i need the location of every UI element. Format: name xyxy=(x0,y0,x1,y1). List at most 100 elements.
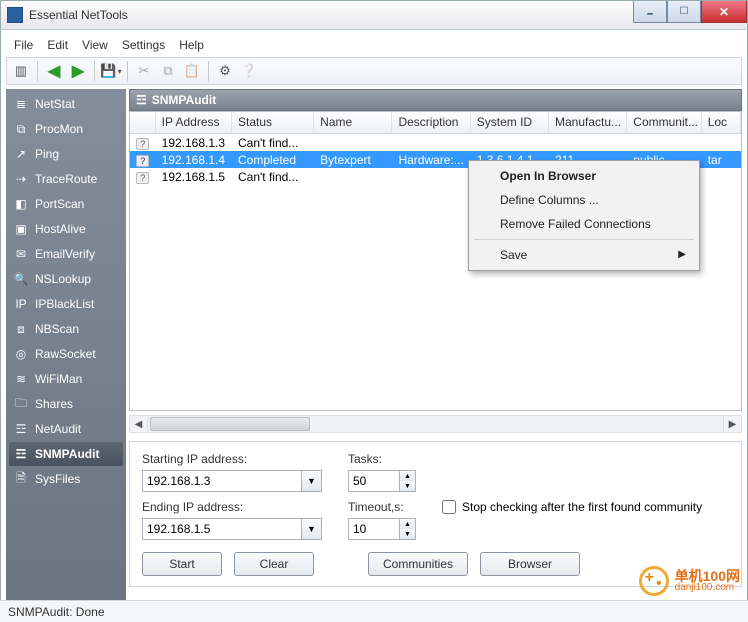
menu-file[interactable]: File xyxy=(8,36,39,54)
shares-icon: 🗀 xyxy=(13,396,29,412)
column-header[interactable]: Status xyxy=(232,112,314,133)
sidebar-item-label: Shares xyxy=(35,397,73,411)
end-ip-input[interactable] xyxy=(142,518,302,540)
column-header[interactable]: Loc xyxy=(702,112,741,133)
column-header[interactable]: System ID xyxy=(471,112,549,133)
paste-button[interactable]: 📋 xyxy=(182,61,202,81)
sidebar-item-emailverify[interactable]: ✉EmailVerify xyxy=(9,242,123,266)
forward-button[interactable]: ▶ xyxy=(68,61,88,81)
sidebar-item-rawsocket[interactable]: ◎RawSocket xyxy=(9,342,123,366)
nslookup-icon: 🔍 xyxy=(13,271,29,287)
sidebar-item-netstat[interactable]: ≣NetStat xyxy=(9,92,123,116)
communities-button[interactable]: Communities xyxy=(368,552,468,576)
sidebar-item-wifiman[interactable]: ≋WiFiMan xyxy=(9,367,123,391)
column-header[interactable]: Manufactu... xyxy=(549,112,627,133)
menu-separator xyxy=(474,239,694,240)
menu-edit[interactable]: Edit xyxy=(41,36,74,54)
column-header[interactable]: IP Address xyxy=(156,112,232,133)
table-cell: 192.168.1.4 xyxy=(156,152,232,168)
column-header[interactable] xyxy=(130,112,156,133)
menu-view[interactable]: View xyxy=(76,36,114,54)
timeout-up[interactable]: ▲ xyxy=(400,519,415,529)
context-menu-item[interactable]: Save▶ xyxy=(472,243,696,267)
column-header[interactable]: Communit... xyxy=(627,112,701,133)
start-button[interactable]: Start xyxy=(142,552,222,576)
cut-button[interactable]: ✂ xyxy=(134,61,154,81)
help-button[interactable]: ❔ xyxy=(239,61,259,81)
scroll-thumb[interactable] xyxy=(150,417,310,431)
table-cell xyxy=(549,142,627,144)
context-menu-item[interactable]: Open In Browser xyxy=(472,164,696,188)
column-header[interactable]: Name xyxy=(314,112,392,133)
back-button[interactable]: ◀ xyxy=(44,61,64,81)
traceroute-icon: ⇢ xyxy=(13,171,29,187)
sidebar-item-nbscan[interactable]: ⧈NBScan xyxy=(9,317,123,341)
start-ip-dropdown[interactable]: ▼ xyxy=(302,470,322,492)
sidebar-item-nslookup[interactable]: 🔍 NSLookup xyxy=(9,267,123,291)
sidebar-item-shares[interactable]: 🗀 Shares xyxy=(9,392,123,416)
table-cell: Bytexpert xyxy=(314,152,392,168)
sidebar-item-ipblacklist[interactable]: IPIPBlackList xyxy=(9,292,123,316)
maximize-button[interactable] xyxy=(667,1,701,23)
window-title: Essential NetTools xyxy=(29,8,128,22)
table-cell: Completed xyxy=(232,152,314,168)
sidebar-item-sysfiles[interactable]: 🗎SysFiles xyxy=(9,467,123,491)
sidebar-item-hostalive[interactable]: ▣HostAlive xyxy=(9,217,123,241)
settings-button[interactable]: ⚙ xyxy=(215,61,235,81)
sidebar-item-ping[interactable]: ↗Ping xyxy=(9,142,123,166)
table-cell xyxy=(702,142,741,144)
sidebar-item-label: NSLookup xyxy=(35,272,91,286)
sidebar-item-portscan[interactable]: ◧PortScan xyxy=(9,192,123,216)
minimize-button[interactable] xyxy=(633,1,667,23)
table-cell: ? xyxy=(130,169,156,185)
panel-header: ☲ SNMPAudit xyxy=(129,89,742,111)
netstat-icon: ≣ xyxy=(13,96,29,112)
sidebar: ≣NetStat⧉ProcMon↗Ping⇢TraceRoute◧PortSca… xyxy=(6,89,126,600)
portscan-icon: ◧ xyxy=(13,196,29,212)
table-cell xyxy=(471,142,549,144)
sidebar-item-label: IPBlackList xyxy=(35,297,94,311)
copy-button[interactable]: ⧉ xyxy=(158,61,178,81)
sidebar-item-label: NetAudit xyxy=(35,422,81,436)
browser-button[interactable]: Browser xyxy=(480,552,580,576)
timeout-down[interactable]: ▼ xyxy=(400,529,415,539)
context-menu-item[interactable]: Define Columns ... xyxy=(472,188,696,212)
timeout-label: Timeout,s: xyxy=(348,500,416,514)
save-button[interactable]: 💾 xyxy=(101,61,121,81)
clear-button[interactable]: Clear xyxy=(234,552,314,576)
netaudit-icon: ☲ xyxy=(13,421,29,437)
scroll-left-button[interactable]: ◀ xyxy=(130,416,148,432)
status-text: SNMPAudit: Done xyxy=(8,605,105,619)
sidebar-item-snmpaudit[interactable]: ☲SNMPAudit xyxy=(9,442,123,466)
panel-icon: ☲ xyxy=(136,93,147,107)
tasks-up[interactable]: ▲ xyxy=(400,471,415,481)
horizontal-scrollbar[interactable]: ◀ ▶ xyxy=(129,415,742,433)
table-cell: tar xyxy=(702,152,741,168)
stop-checking-checkbox[interactable] xyxy=(442,500,456,514)
end-ip-dropdown[interactable]: ▼ xyxy=(302,518,322,540)
toolbar-panel-icon[interactable]: ▥ xyxy=(11,61,31,81)
context-menu-item[interactable]: Remove Failed Connections xyxy=(472,212,696,236)
menu-settings[interactable]: Settings xyxy=(116,36,171,54)
menu-help[interactable]: Help xyxy=(173,36,210,54)
tasks-down[interactable]: ▼ xyxy=(400,481,415,491)
sidebar-item-label: NBScan xyxy=(35,322,79,336)
emailverify-icon: ✉ xyxy=(13,246,29,262)
hostalive-icon: ▣ xyxy=(13,221,29,237)
tasks-input[interactable] xyxy=(348,470,400,492)
sidebar-item-netaudit[interactable]: ☲ NetAudit xyxy=(9,417,123,441)
scroll-right-button[interactable]: ▶ xyxy=(723,416,741,432)
close-button[interactable] xyxy=(701,1,747,23)
scan-form: Starting IP address: ▼ Ending IP address… xyxy=(129,441,742,587)
timeout-input[interactable] xyxy=(348,518,400,540)
sidebar-item-label: SNMPAudit xyxy=(35,447,99,461)
ping-icon: ↗ xyxy=(13,146,29,162)
sidebar-item-procmon[interactable]: ⧉ProcMon xyxy=(9,117,123,141)
column-header[interactable]: Description xyxy=(392,112,470,133)
table-cell: 192.168.1.3 xyxy=(156,135,232,151)
table-row[interactable]: ?192.168.1.3Can't find... xyxy=(130,134,741,151)
sidebar-item-traceroute[interactable]: ⇢TraceRoute xyxy=(9,167,123,191)
start-ip-input[interactable] xyxy=(142,470,302,492)
context-menu: Open In BrowserDefine Columns ...Remove … xyxy=(468,160,700,271)
table-cell xyxy=(702,176,741,178)
